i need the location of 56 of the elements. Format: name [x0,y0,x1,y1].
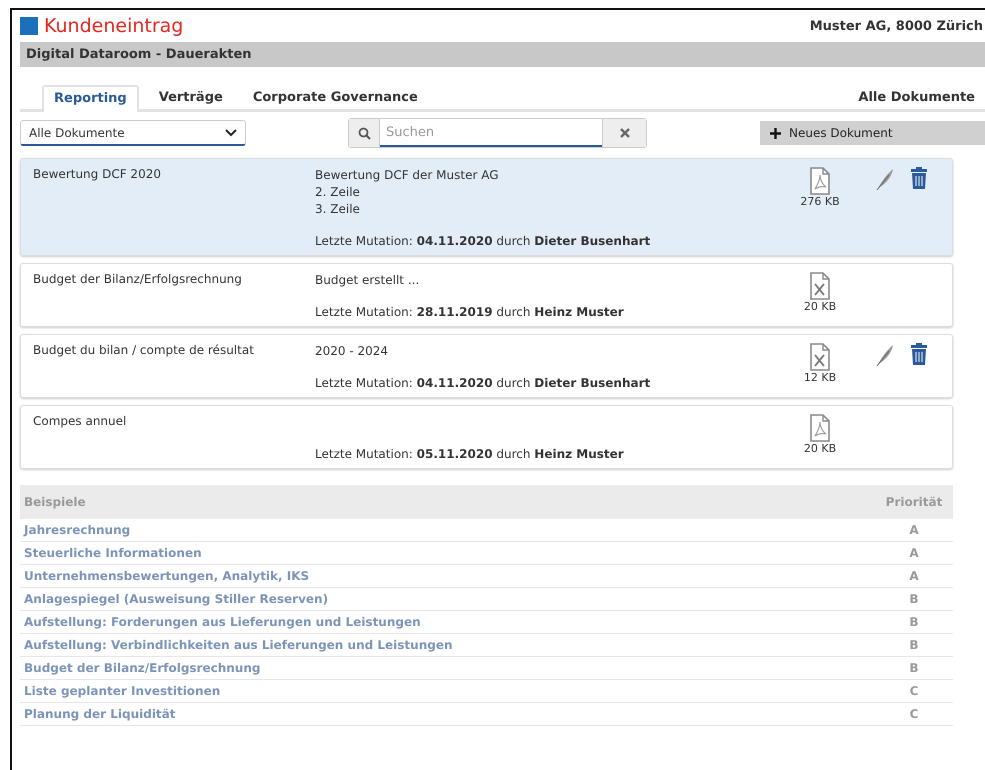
filter-dropdown[interactable]: Alle Dokumente [20,120,246,146]
last-mutation-text: Letzte Mutation: 28.11.2019 durch Heinz Muster [315,305,625,319]
priority-cell: A [875,542,953,564]
description-line: 3. Zeile [315,201,361,218]
logo-square-icon [20,17,38,35]
chevron-down-icon [225,128,237,136]
tab[interactable]: Corporate Governance [242,86,428,109]
description-line: 2. Zeile [315,184,361,201]
spreadsheet-file-icon [809,272,831,300]
column-header: Beispiele [20,485,875,519]
column-header: Priorität [875,485,953,519]
section-title: Digital Dataroom - Dauerakten [20,42,985,67]
priority-cell: C [875,680,953,702]
priority-cell: B [875,634,953,656]
document-card[interactable]: Compes annuel Letzte Mutation: 05.11.2020 durch Heinz Muster 20 KB [20,405,953,469]
file-size: 20 KB [804,300,836,313]
document-card[interactable]: Budget du bilan / compte de résultat 2020 - 2024 Letzte Mutation: 04.11.2020 durch Dieter Busenhart 12 KB [20,334,953,398]
all-documents-link[interactable]: Alle Dokumente [858,90,975,109]
file-size: 12 KB [804,371,836,384]
priority-cell: B [875,610,953,634]
new-document-button[interactable]: Neues Dokument [760,121,985,145]
tab[interactable]: Reporting [42,85,139,112]
document-title: Budget du bilan / compte de résultat [33,343,254,357]
pdf-file-icon [809,167,831,195]
trash-icon[interactable] [909,167,929,191]
feather-edit-icon[interactable] [875,167,895,191]
search-box[interactable]: Suchen [348,118,647,148]
feather-edit-icon[interactable] [875,343,895,367]
plus-icon [770,128,781,138]
description-line: Bewertung DCF der Muster AG [315,167,500,184]
client-name: Muster AG, 8000 Zürich [810,18,983,34]
document-title: Bewertung DCF 2020 [33,167,161,181]
priority-cell: A [875,564,953,588]
document-title: Compes annuel [33,414,126,428]
trash-icon[interactable] [909,343,929,367]
tab[interactable]: Verträge [148,86,233,109]
pdf-file-icon [809,414,831,442]
last-mutation-text: Letzte Mutation: 04.11.2020 durch Dieter Busenhart [315,376,652,390]
document-card[interactable]: Budget der Bilanz/Erfolgsrechnung Budget erstellt ... Letzte Mutation: 28.11.2019 durch Heinz Muster 20 KB [20,263,953,327]
priority-cell: B [875,588,953,610]
priority-cell: B [875,656,953,680]
last-mutation-text: Letzte Mutation: 04.11.2020 durch Dieter Busenhart [315,234,652,248]
file-size: 276 KB [800,195,840,208]
description-line: Budget erstellt ... [315,272,420,289]
page-title: Kundeneintrag [44,15,184,37]
close-icon [620,128,630,138]
file-size: 20 KB [804,442,836,455]
document-card[interactable]: Bewertung DCF 2020 Bewertung DCF der Muster AG 2. Zeile 3. Zeile Letzte Mutation: 04.11.2020 durch Dieter Busenhart 276 KB [20,158,953,256]
last-mutation-text: Letzte Mutation: 05.11.2020 durch Heinz Muster [315,447,625,461]
priority-cell: A [875,519,953,542]
search-icon [358,126,370,140]
spreadsheet-file-icon [809,343,831,371]
priority-cell: C [875,702,953,726]
document-title: Budget der Bilanz/Erfolgsrechnung [33,272,242,286]
description-line: 2020 - 2024 [315,343,390,360]
clear-button[interactable] [602,119,646,147]
